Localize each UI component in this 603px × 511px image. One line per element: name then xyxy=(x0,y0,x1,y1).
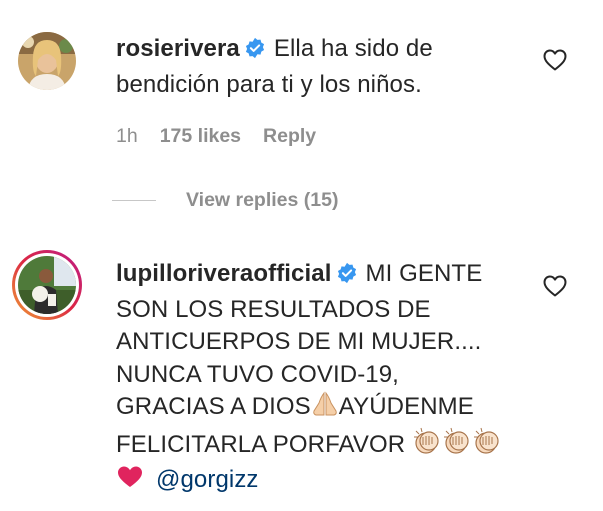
comment-timestamp[interactable]: 1h xyxy=(116,125,138,148)
comment-body: rosierivera Ella ha sido de bendición par… xyxy=(116,33,526,101)
folded-hands-emoji-icon xyxy=(311,391,339,427)
comment-username[interactable]: lupilloriveraofficial xyxy=(116,260,332,287)
likes-count[interactable]: 175 likes xyxy=(160,125,241,148)
clapping-hands-emoji-icon xyxy=(442,427,472,465)
red-heart-emoji-icon xyxy=(116,464,144,500)
verified-badge-icon xyxy=(244,36,266,69)
avatar xyxy=(18,256,76,314)
view-replies-label: View replies (15) xyxy=(186,189,339,211)
reply-button[interactable]: Reply xyxy=(263,125,316,148)
clapping-hands-emoji-icon xyxy=(412,427,442,465)
comment-meta: 1h 175 likes Reply xyxy=(116,125,316,148)
like-heart-icon[interactable] xyxy=(542,274,568,298)
avatar-story-ring[interactable] xyxy=(12,250,82,320)
view-replies-button[interactable]: View replies (15) xyxy=(112,189,338,212)
clapping-hands-emoji-icon xyxy=(472,427,502,465)
comment-lupilloriveraofficial: lupilloriveraofficial MI GENTE SON LOS RE… xyxy=(0,230,603,511)
avatar[interactable] xyxy=(18,32,76,90)
verified-badge-icon xyxy=(336,261,358,294)
comment-body: lupilloriveraofficial MI GENTE SON LOS RE… xyxy=(116,258,506,500)
mention-link[interactable]: @gorgizz xyxy=(156,466,259,493)
like-heart-icon[interactable] xyxy=(542,48,568,72)
comment-username[interactable]: rosierivera xyxy=(116,35,240,62)
comment-rosierivera: rosierivera Ella ha sido de bendición par… xyxy=(0,0,603,230)
replies-divider-line xyxy=(112,200,156,201)
